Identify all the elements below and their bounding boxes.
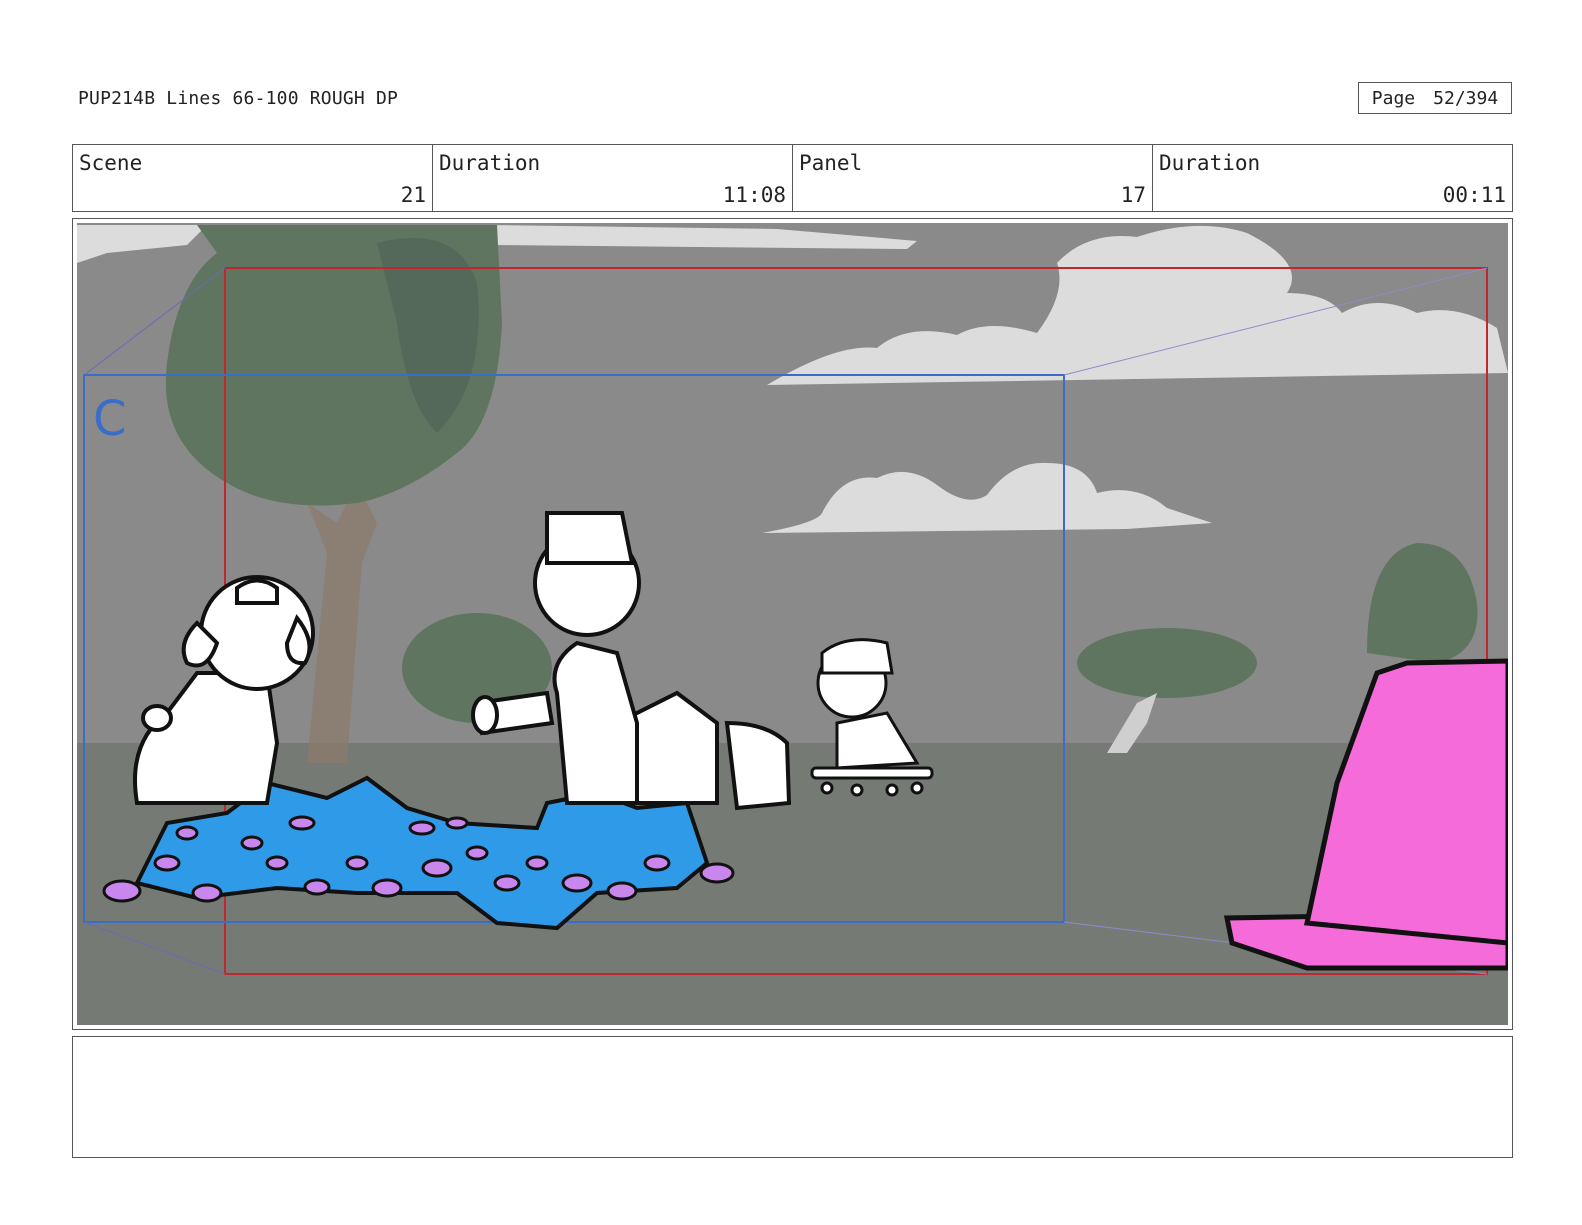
panel-label: Panel [799, 151, 863, 175]
scene-info-row: Scene 21 Duration 11:08 Panel 17 Duratio… [72, 144, 1513, 212]
scene-label: Scene [79, 151, 143, 175]
bush-right-tree [1077, 628, 1257, 698]
page-number: 52/394 [1433, 87, 1499, 109]
panel-artwork: C [77, 223, 1508, 1025]
scene-cell: Scene 21 [73, 145, 433, 211]
panel-notes-box [72, 1036, 1513, 1158]
panel-value: 17 [1120, 183, 1146, 207]
panel-duration-cell: Duration 00:11 [1153, 145, 1512, 211]
storyboard-title: PUP214B Lines 66-100 ROUGH DP [78, 88, 399, 109]
scene-duration-label: Duration [439, 151, 541, 175]
scene-value: 21 [400, 183, 426, 207]
page-label: Page [1371, 87, 1416, 109]
panel-cell: Panel 17 [793, 145, 1153, 211]
camera-label: C [93, 391, 127, 447]
scene-duration-cell: Duration 11:08 [433, 145, 793, 211]
panel-duration-label: Duration [1159, 151, 1261, 175]
panel-duration-value: 00:11 [1442, 183, 1506, 207]
page-indicator: Page 52/394 [1358, 82, 1512, 114]
scene-duration-value: 11:08 [722, 183, 786, 207]
storyboard-panel: C [72, 218, 1513, 1030]
